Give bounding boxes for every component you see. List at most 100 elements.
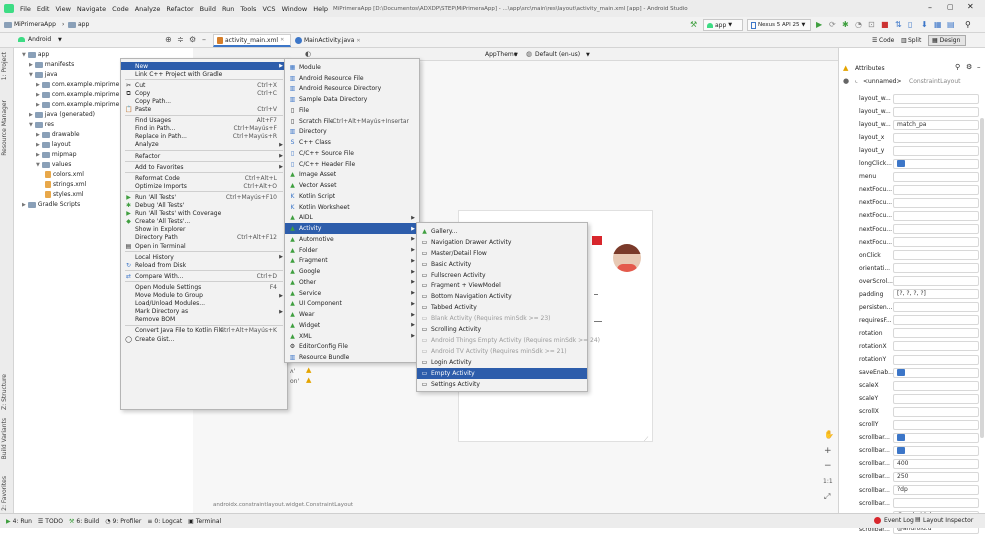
context-menu-item[interactable]: Show in Explorer: [121, 226, 287, 234]
context-menu-item[interactable]: Copy Path...: [121, 97, 287, 105]
attribute-value-field[interactable]: [893, 106, 979, 117]
collapse-icon[interactable]: ≑: [177, 35, 184, 44]
context-menu-item[interactable]: Analyze ▶: [121, 141, 287, 149]
zoom-actual-icon[interactable]: 1:1: [823, 478, 833, 485]
zoom-in-icon[interactable]: +: [824, 446, 832, 456]
hammer-icon[interactable]: ⚒: [690, 20, 697, 29]
context-menu-item[interactable]: New ▶: [121, 62, 287, 71]
resource-picker-icon[interactable]: [897, 434, 905, 442]
attribute-value-field[interactable]: [893, 276, 979, 287]
run-icon[interactable]: ▶: [816, 20, 822, 29]
attribute-value-field[interactable]: [?, ?, ?, ?]: [893, 289, 979, 300]
attribute-value-field[interactable]: [893, 184, 979, 195]
chevron-icon[interactable]: ▼: [22, 52, 26, 58]
hide-icon[interactable]: –: [202, 35, 206, 44]
context-menu-item[interactable]: Open Module Settings F4: [121, 283, 287, 291]
tree-item[interactable]: strings.xml: [43, 181, 86, 188]
tree-item[interactable]: ▼ res: [29, 121, 54, 128]
new-menu-item[interactable]: ▲ Service ▶: [285, 288, 419, 299]
new-menu-item[interactable]: ▲ Google ▶: [285, 266, 419, 277]
context-menu-item[interactable]: Load/Unload Modules...: [121, 300, 287, 308]
new-menu-item[interactable]: ▲ Activity ▶: [285, 223, 419, 234]
chevron-down-icon[interactable]: ▼: [514, 52, 518, 58]
status-profiler[interactable]: 9: Profiler: [112, 518, 141, 525]
attribute-value-field[interactable]: [893, 171, 979, 182]
chevron-icon[interactable]: ▶: [29, 62, 33, 68]
tree-item[interactable]: ▶ com.example.miprime: [36, 101, 119, 108]
attribute-value-field[interactable]: [893, 302, 979, 313]
menu-edit[interactable]: Edit: [34, 5, 53, 13]
new-menu-item[interactable]: ▥ Resource Bundle: [285, 352, 419, 363]
resource-picker-icon[interactable]: [897, 160, 905, 168]
attribute-value-field[interactable]: [893, 197, 979, 208]
attribute-value-field[interactable]: [893, 224, 979, 234]
apply-changes-icon[interactable]: ⟳: [829, 20, 836, 29]
new-menu-item[interactable]: ▲ Fragment ▶: [285, 256, 419, 267]
activity-menu-item[interactable]: ▭ Fragment + ViewModel: [417, 281, 587, 292]
search-icon[interactable]: ⚲: [955, 63, 960, 71]
zoom-out-icon[interactable]: −: [824, 461, 832, 471]
maximize-button[interactable]: ▢: [947, 3, 954, 11]
tree-item[interactable]: ▶ mipmap: [36, 151, 77, 158]
activity-menu-item[interactable]: ▲ Gallery...: [417, 226, 587, 237]
side-tab-project[interactable]: 1: Project: [1, 52, 8, 80]
context-menu-item[interactable]: Refactor ▶: [121, 152, 287, 160]
close-button[interactable]: ✕: [967, 2, 974, 11]
menu-navigate[interactable]: Navigate: [74, 5, 109, 13]
attribute-value-field[interactable]: [893, 328, 979, 339]
gear-icon[interactable]: ⚙: [966, 63, 972, 71]
activity-menu-item[interactable]: ▭ Login Activity: [417, 357, 587, 368]
search-icon[interactable]: ⚲: [965, 20, 971, 29]
chevron-icon[interactable]: ▶: [36, 82, 40, 88]
menu-refactor[interactable]: Refactor: [163, 5, 196, 13]
status-run[interactable]: 4: Run: [13, 518, 32, 525]
attribute-value-field[interactable]: [893, 406, 979, 417]
side-tab-build-variants[interactable]: Build Variants: [1, 418, 8, 459]
activity-menu-item[interactable]: ▭ Basic Activity: [417, 259, 587, 270]
chevron-down-icon[interactable]: ▼: [586, 52, 590, 58]
chevron-icon[interactable]: ▶: [22, 202, 26, 208]
menu-code[interactable]: Code: [109, 5, 132, 13]
tree-item[interactable]: ▼ app: [22, 51, 49, 58]
context-menu-item[interactable]: Replace in Path... Ctrl+Mayús+R: [121, 133, 287, 141]
context-menu-item[interactable]: Find in Path... Ctrl+Mayús+F: [121, 125, 287, 133]
new-menu-item[interactable]: ▲ Vector Asset: [285, 180, 419, 191]
attribute-value-field[interactable]: [893, 432, 979, 443]
zoom-fit-icon[interactable]: ⤢: [824, 492, 830, 502]
new-menu-item[interactable]: S C++ Class: [285, 137, 419, 148]
side-tab-resource-manager[interactable]: Resource Manager: [1, 100, 8, 156]
menu-tools[interactable]: Tools: [237, 5, 259, 13]
new-menu-item[interactable]: ▯ File: [285, 105, 419, 116]
resource-picker-icon[interactable]: [897, 369, 905, 377]
close-icon[interactable]: ✕: [356, 38, 360, 44]
context-menu-item[interactable]: ✱ Debug 'All Tests': [121, 202, 287, 210]
activity-menu-item[interactable]: ▭ Navigation Drawer Activity: [417, 237, 587, 248]
new-menu-item[interactable]: ▥ Android Resource File: [285, 73, 419, 84]
sync-icon[interactable]: ⇅: [895, 20, 902, 29]
chevron-icon[interactable]: ▶: [36, 92, 40, 98]
attribute-value-field[interactable]: [893, 380, 979, 391]
tree-item[interactable]: ▶ com.example.miprime: [36, 81, 119, 88]
minimize-button[interactable]: –: [928, 3, 932, 12]
new-menu-item[interactable]: ▯ Scratch File Ctrl+Alt+Mayús+Insertar: [285, 116, 419, 127]
attribute-value-field[interactable]: [893, 263, 979, 274]
tree-item[interactable]: ▶ layout: [36, 141, 71, 148]
status-build[interactable]: 6: Build: [76, 518, 99, 525]
palette-icon[interactable]: ◐: [305, 50, 311, 58]
menu-view[interactable]: View: [52, 5, 73, 13]
status-layout-inspector[interactable]: Layout Inspector: [923, 517, 973, 524]
activity-menu-item[interactable]: ▭ Master/Detail Flow: [417, 248, 587, 259]
menu-build[interactable]: Build: [197, 5, 219, 13]
context-menu-item[interactable]: Mark Directory as ▶: [121, 308, 287, 316]
new-menu-item[interactable]: ▲ Widget ▶: [285, 320, 419, 331]
context-menu-item[interactable]: ◆ Create 'All Tests'...: [121, 218, 287, 226]
context-menu-item[interactable]: ▤ Open in Terminal: [121, 242, 287, 250]
layout-inspector-icon[interactable]: ▤: [947, 20, 955, 29]
new-menu-item[interactable]: ▯ C/C++ Source File: [285, 148, 419, 159]
new-menu-item[interactable]: ▲ UI Component ▶: [285, 299, 419, 310]
context-menu-item[interactable]: Convert Java File to Kotlin File Ctrl+Alt…: [121, 327, 287, 335]
new-menu-item[interactable]: ▥ Sample Data Directory: [285, 94, 419, 105]
view-code-button[interactable]: Code: [879, 37, 894, 44]
new-menu-item[interactable]: ▦ Module: [285, 62, 419, 73]
new-menu-item[interactable]: K Kotlin Worksheet: [285, 202, 419, 213]
